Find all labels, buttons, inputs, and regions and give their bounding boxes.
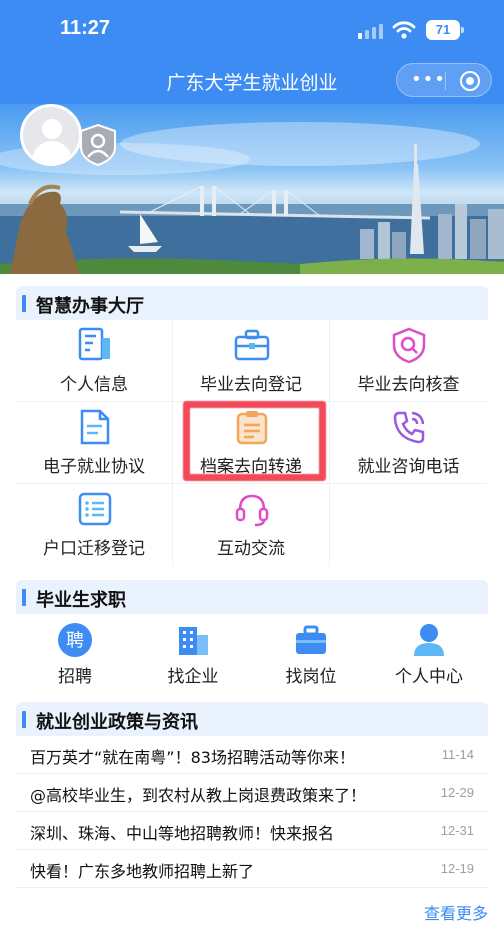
battery-level: 71 <box>435 22 451 37</box>
battery-icon: 71 <box>426 20 464 40</box>
news-date: 11-14 <box>441 747 474 762</box>
jobs-section-header: 毕业生求职 <box>16 580 488 614</box>
service-personal-info[interactable]: 个人信息 <box>16 320 173 402</box>
miniprogram-capsule: ••• <box>396 63 492 97</box>
status-bar: 11:27 71 <box>0 0 504 60</box>
news-title: 深圳、珠海、中山等地招聘教师！快来报名 <box>30 824 335 843</box>
status-time: 11:27 <box>60 17 111 39</box>
more-menu-button[interactable]: ••• <box>411 71 446 89</box>
recruit-icon: 聘 <box>58 623 92 657</box>
cellular-signal-icon <box>358 24 383 39</box>
list-icon <box>78 492 112 526</box>
personal-info-icon <box>78 327 110 361</box>
jobs-label: 找岗位 <box>285 667 337 687</box>
briefcase-icon <box>234 329 270 361</box>
avatar-head <box>42 119 62 139</box>
phone-icon <box>393 411 425 444</box>
news-title: 快看！广东多地教师招聘上新了 <box>30 862 255 881</box>
avatar-body <box>32 141 72 163</box>
highlight-box <box>183 401 326 481</box>
service-label: 户口迁移登记 <box>43 539 145 559</box>
user-icon <box>414 624 444 656</box>
avatar[interactable] <box>20 104 82 166</box>
capsule-divider <box>445 72 446 90</box>
headset-icon <box>235 494 269 527</box>
service-graduation-check[interactable]: 毕业去向核查 <box>330 320 487 402</box>
building-icon <box>179 627 208 655</box>
service-interaction[interactable]: 互动交流 <box>173 484 330 566</box>
news-section-header: 就业创业政策与资讯 <box>16 702 488 736</box>
section-accent-bar <box>22 295 26 312</box>
service-hukou-registration[interactable]: 户口迁移登记 <box>16 484 173 566</box>
view-more-link[interactable]: 查看更多 <box>424 900 488 924</box>
jobs-personal-center[interactable]: 个人中心 <box>370 614 488 690</box>
service-label: 毕业去向核查 <box>357 375 460 395</box>
service-label: 互动交流 <box>217 539 285 559</box>
news-title: @高校毕业生，到农村从教上岗退费政策来了！ <box>30 786 367 805</box>
jobs-recruit[interactable]: 聘 招聘 <box>16 614 134 690</box>
nav-bar: 广东大学生就业创业 ••• <box>0 60 504 104</box>
service-label: 电子就业协议 <box>43 457 145 477</box>
close-miniprogram-button[interactable] <box>460 71 480 91</box>
wifi-icon <box>392 21 416 39</box>
news-item[interactable]: @高校毕业生，到农村从教上岗退费政策来了！ 12-29 <box>16 774 488 812</box>
jobs-find-company[interactable]: 找企业 <box>134 614 252 690</box>
jobs-nav: 聘 招聘 找企业 找岗位 个人中心 <box>16 614 488 690</box>
news-date: 12-19 <box>440 861 474 876</box>
shield-search-icon <box>392 327 426 364</box>
service-consult-phone[interactable]: 就业咨询电话 <box>330 402 487 484</box>
jobs-label: 找企业 <box>167 667 219 687</box>
office-section-title: 智慧办事大厅 <box>36 296 144 317</box>
section-accent-bar <box>22 589 26 606</box>
service-label: 毕业去向登记 <box>200 375 302 395</box>
briefcase-icon <box>296 625 326 654</box>
jobs-label: 招聘 <box>58 667 92 687</box>
news-section-title: 就业创业政策与资讯 <box>36 712 198 733</box>
news-item[interactable]: 深圳、珠海、中山等地招聘教师！快来报名 12-31 <box>16 812 488 850</box>
news-item[interactable]: 快看！广东多地教师招聘上新了 12-19 <box>16 850 488 888</box>
jobs-find-position[interactable]: 找岗位 <box>252 614 370 690</box>
jobs-label: 个人中心 <box>395 667 463 687</box>
service-graduation-registration[interactable]: 毕业去向登记 <box>173 320 330 402</box>
news-date: 12-31 <box>440 823 474 838</box>
service-label: 就业咨询电话 <box>357 457 460 477</box>
verified-user-badge-icon[interactable] <box>78 123 118 167</box>
jobs-section-title: 毕业生求职 <box>36 590 126 611</box>
office-section-header: 智慧办事大厅 <box>16 286 488 320</box>
recruit-glyph: 聘 <box>66 631 84 652</box>
service-electronic-agreement[interactable]: 电子就业协议 <box>16 402 173 484</box>
document-icon <box>80 409 110 445</box>
section-accent-bar <box>22 711 26 728</box>
news-title: 百万英才“就在南粤”！83场招聘活动等你来！ <box>30 748 355 767</box>
service-empty-cell <box>330 484 487 566</box>
service-label: 个人信息 <box>60 375 128 395</box>
news-item[interactable]: 百万英才“就在南粤”！83场招聘活动等你来！ 11-14 <box>16 736 488 774</box>
news-date: 12-29 <box>440 785 474 800</box>
